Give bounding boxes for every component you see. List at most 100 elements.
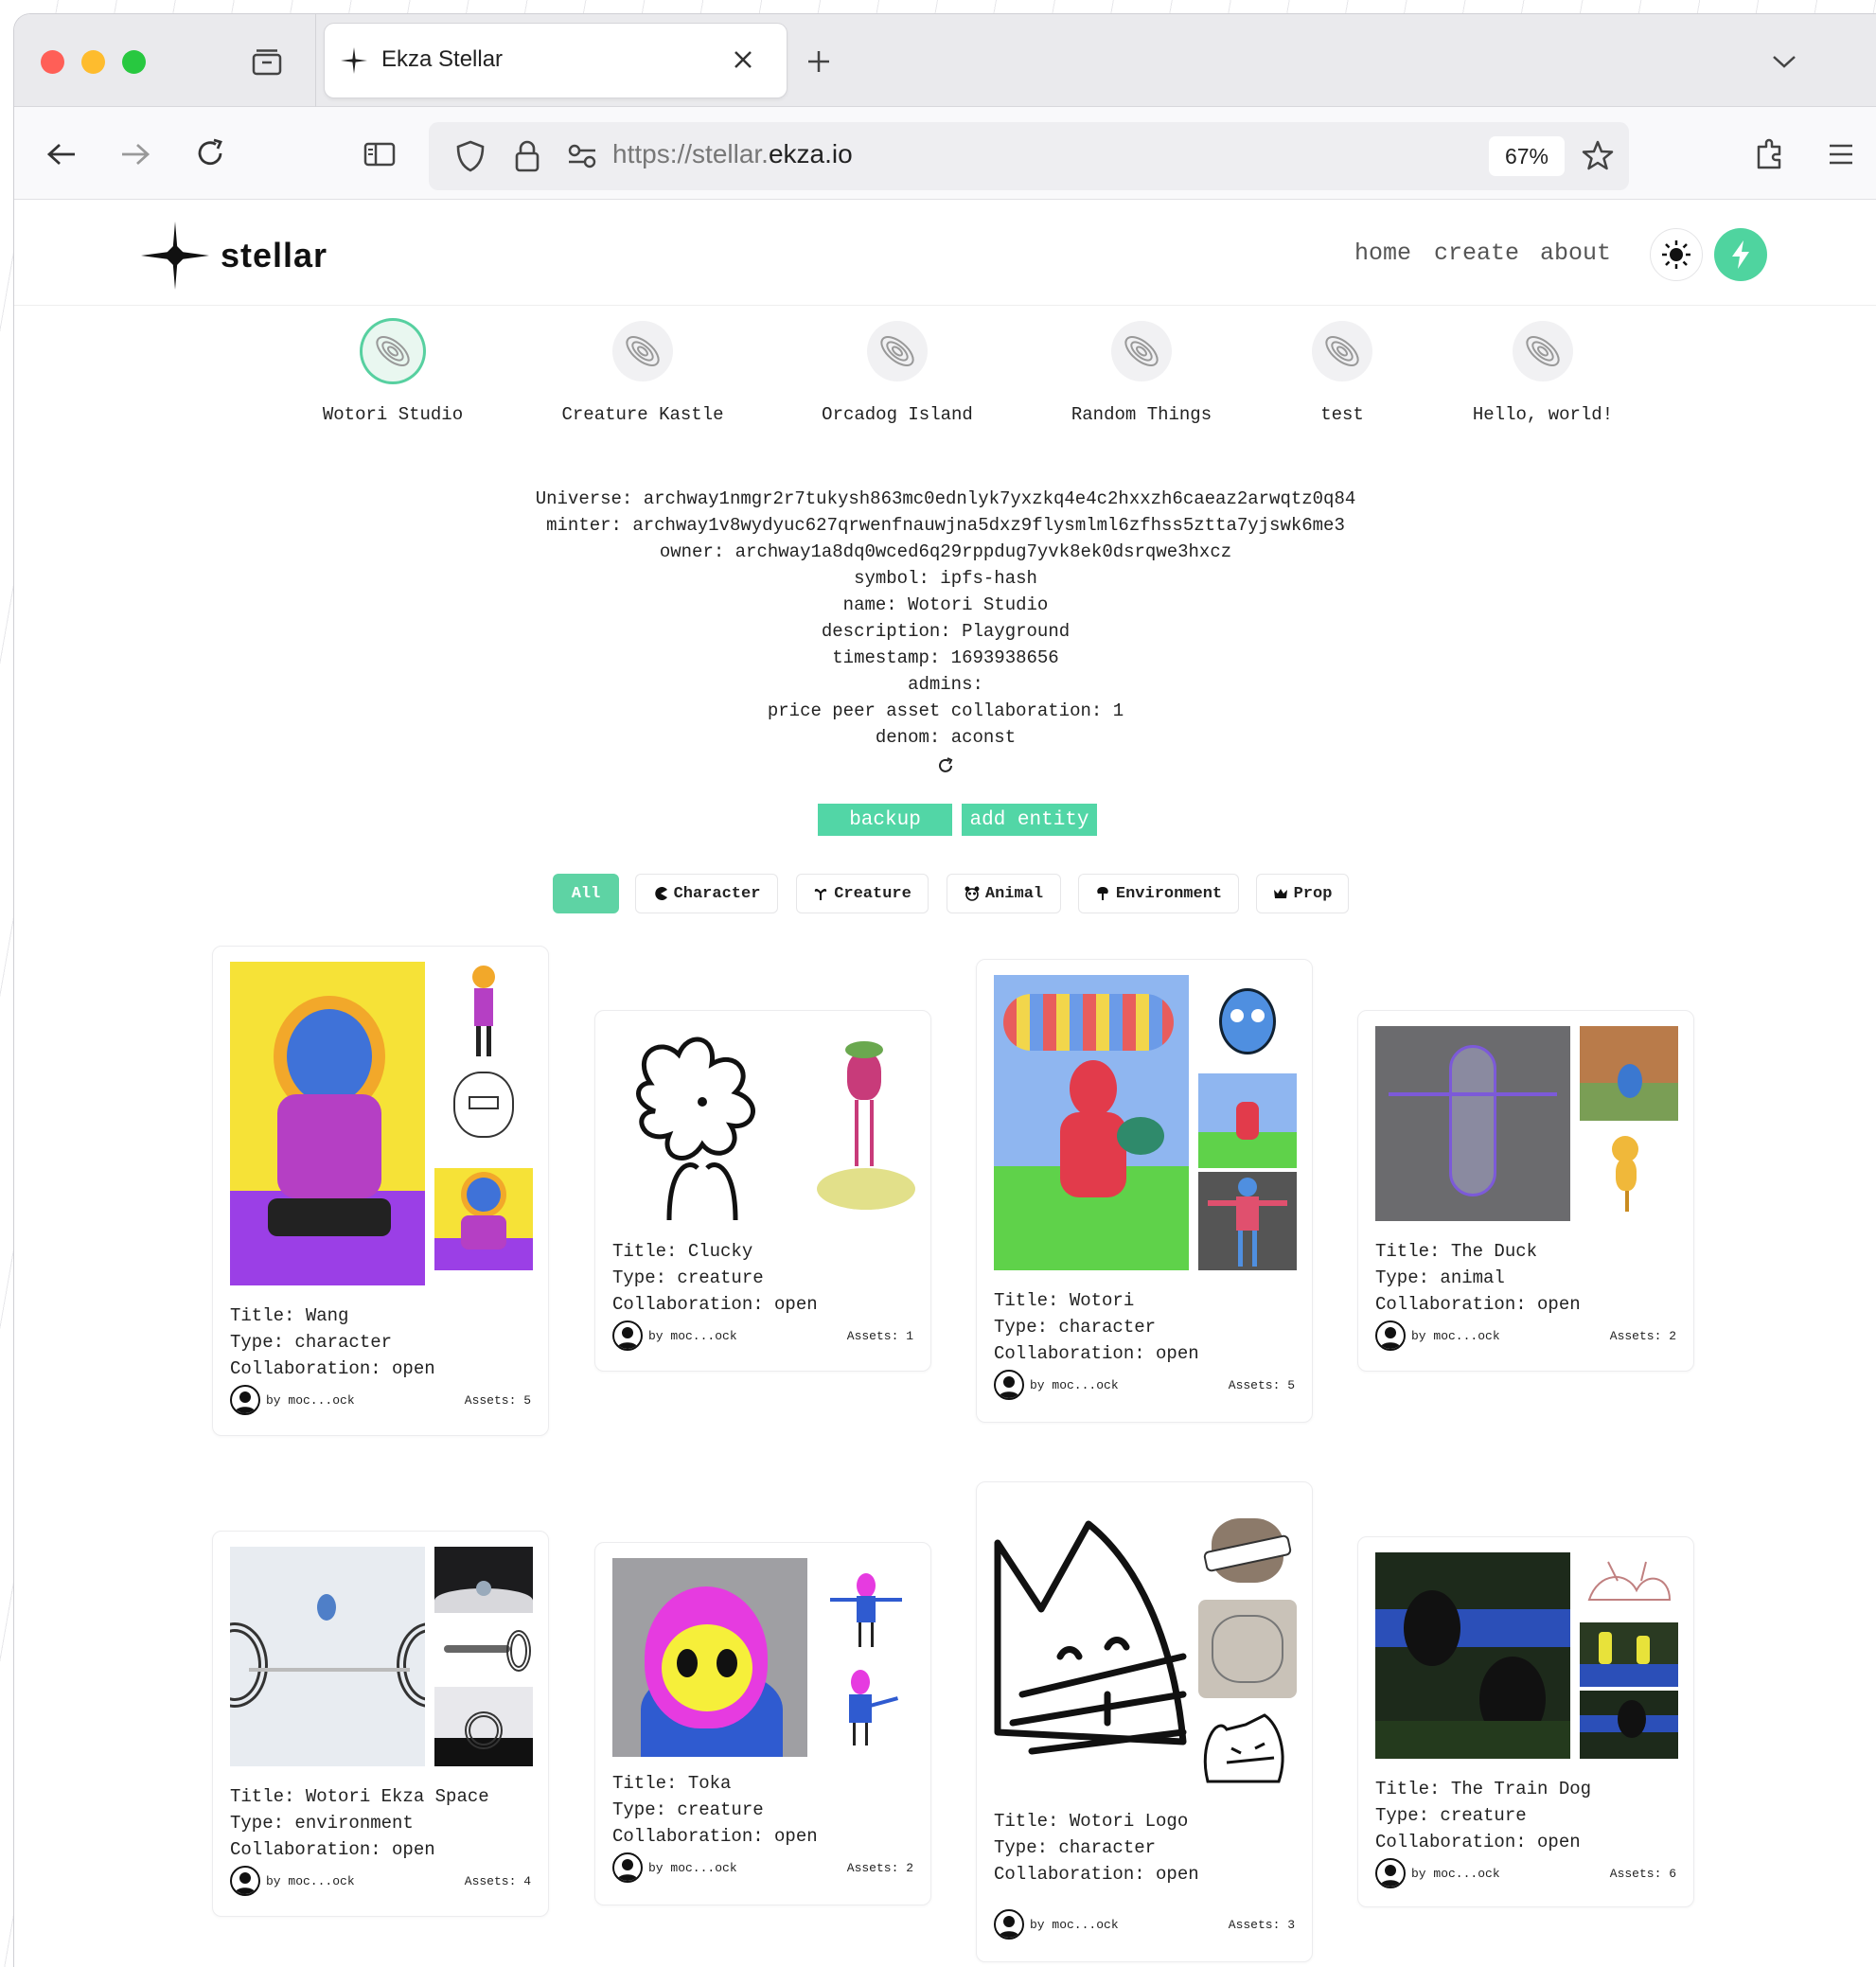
filter-prop[interactable]: Prop <box>1256 874 1349 913</box>
menu-hamburger-icon[interactable] <box>1822 135 1860 173</box>
galaxy-icon <box>1312 321 1372 381</box>
card-assets-count: Assets: 4 <box>464 1873 531 1888</box>
nav-home-link[interactable]: home <box>1354 239 1411 267</box>
shield-icon[interactable] <box>451 137 489 175</box>
reload-icon[interactable] <box>190 133 230 173</box>
entity-card-wotori[interactable]: Title: Wotori Type: character Collaborat… <box>976 959 1313 1423</box>
url-domain: ekza.io <box>768 139 853 168</box>
card-collaboration: Collaboration: open <box>1375 1832 1581 1852</box>
sun-icon <box>1662 240 1690 269</box>
card-main-image <box>612 1026 807 1225</box>
new-tab-plus-icon[interactable] <box>800 43 838 80</box>
card-meta: Title: Wotori Type: character Collaborat… <box>994 1287 1199 1367</box>
nav-create-link[interactable]: create <box>1434 239 1519 267</box>
close-window-button[interactable] <box>41 50 64 74</box>
nav-about-link[interactable]: about <box>1540 239 1611 267</box>
card-main-image <box>994 975 1189 1270</box>
card-meta: Title: Wang Type: character Collaboratio… <box>230 1302 435 1382</box>
card-footer: by moc...ock Assets: 2 <box>1375 1320 1676 1352</box>
entity-card-the-duck[interactable]: Title: The Duck Type: animal Collaborati… <box>1357 1010 1694 1372</box>
universe-label: Creature Kastle <box>561 404 724 425</box>
entity-card-wang[interactable]: Title: Wang Type: character Collaboratio… <box>212 946 549 1436</box>
backup-button[interactable]: backup <box>818 804 952 836</box>
card-thumb-image <box>1198 1505 1297 1592</box>
card-title: Title: Toka <box>612 1773 732 1794</box>
card-author[interactable]: by moc...ock <box>1030 1378 1119 1392</box>
universe-item-creature-kastle[interactable]: Creature Kastle <box>539 321 747 425</box>
universe-item-wotori-studio[interactable]: Wotori Studio <box>289 321 497 425</box>
add-entity-button[interactable]: add entity <box>962 804 1097 836</box>
card-assets-count: Assets: 2 <box>846 1860 913 1875</box>
filter-label: Creature <box>834 884 911 903</box>
filter-character[interactable]: Character <box>635 874 778 913</box>
card-title: Title: Wotori Ekza Space <box>230 1786 489 1807</box>
info-price: price peer asset collaboration: 1 <box>767 700 1124 721</box>
galaxy-icon <box>1513 321 1573 381</box>
card-type: Type: creature <box>1375 1805 1527 1826</box>
card-thumb-image <box>434 1547 533 1613</box>
galaxy-icon <box>1111 321 1172 381</box>
user-avatar-icon <box>994 1909 1024 1940</box>
filter-all[interactable]: All <box>553 874 619 913</box>
sidebar-toggle-icon[interactable] <box>361 135 398 173</box>
card-assets-count: Assets: 2 <box>1609 1328 1676 1343</box>
url-text[interactable]: https://stellar.ekza.io <box>612 139 853 169</box>
card-thumb-image <box>817 1558 915 1653</box>
address-bar[interactable]: https://stellar.ekza.io 67% <box>429 122 1629 190</box>
close-tab-icon[interactable] <box>726 43 760 77</box>
card-type: Type: character <box>994 1317 1157 1338</box>
entity-card-wotori-logo[interactable]: Title: Wotori Logo Type: character Colla… <box>976 1481 1313 1962</box>
universe-item-test[interactable]: test <box>1238 321 1446 425</box>
card-author[interactable]: by moc...ock <box>1030 1918 1119 1932</box>
back-arrow-icon[interactable] <box>43 135 80 173</box>
card-footer: by moc...ock Assets: 2 <box>612 1852 913 1884</box>
wallet-connect-button[interactable] <box>1714 228 1767 281</box>
card-thumb-image <box>1198 1706 1297 1789</box>
bookmark-star-icon[interactable] <box>1578 135 1618 175</box>
card-author[interactable]: by moc...ock <box>648 1861 737 1875</box>
universe-item-hello-world[interactable]: Hello, world! <box>1439 321 1647 425</box>
card-thumb-image <box>1580 1552 1678 1619</box>
universe-item-random-things[interactable]: Random Things <box>1037 321 1246 425</box>
forward-arrow-icon[interactable] <box>116 135 154 173</box>
entity-card-toka[interactable]: Title: Toka Type: creature Collaboration… <box>594 1542 931 1905</box>
card-meta: Title: Wotori Logo Type: character Colla… <box>994 1808 1199 1887</box>
universe-item-orcadog-island[interactable]: Orcadog Island <box>793 321 1001 425</box>
card-type: Type: creature <box>612 1267 764 1288</box>
card-author[interactable]: by moc...ock <box>648 1329 737 1343</box>
tab-ekza-stellar[interactable]: Ekza Stellar <box>325 24 787 97</box>
tab-list-chevron-down-icon[interactable] <box>1765 43 1803 80</box>
tab-overview-icon[interactable] <box>249 44 285 80</box>
entity-card-the-train-dog[interactable]: Title: The Train Dog Type: creature Coll… <box>1357 1536 1694 1907</box>
refresh-icon[interactable] <box>932 753 959 779</box>
card-author[interactable]: by moc...ock <box>266 1874 355 1888</box>
card-author[interactable]: by moc...ock <box>266 1393 355 1408</box>
maximize-window-button[interactable] <box>122 50 146 74</box>
lock-icon[interactable] <box>508 137 546 175</box>
minimize-window-button[interactable] <box>81 50 105 74</box>
card-author[interactable]: by moc...ock <box>1411 1329 1500 1343</box>
entity-card-clucky[interactable]: Title: Clucky Type: creature Collaborati… <box>594 1010 931 1372</box>
extensions-puzzle-icon[interactable] <box>1750 133 1790 173</box>
site-logo[interactable]: stellar <box>141 221 327 291</box>
filter-label: All <box>571 884 601 903</box>
universe-label: Random Things <box>1071 404 1212 425</box>
filter-environment[interactable]: Environment <box>1078 874 1239 913</box>
theme-toggle-button[interactable] <box>1650 228 1703 281</box>
url-prefix: https://stellar. <box>612 139 769 168</box>
card-title: Title: Clucky <box>612 1241 753 1262</box>
entity-card-wotori-ekza-space[interactable]: Title: Wotori Ekza Space Type: environme… <box>212 1531 549 1917</box>
site-permissions-icon[interactable] <box>563 137 601 175</box>
filter-animal[interactable]: Animal <box>947 874 1061 913</box>
card-footer: by moc...ock Assets: 5 <box>994 1369 1295 1401</box>
user-avatar-icon <box>1375 1320 1406 1351</box>
card-title: Title: The Train Dog <box>1375 1779 1592 1799</box>
card-thumb-image <box>434 962 533 1060</box>
zoom-level-badge[interactable]: 67% <box>1489 136 1565 176</box>
user-avatar-icon <box>994 1370 1024 1400</box>
info-description: description: Playground <box>821 621 1071 642</box>
card-thumb-image <box>434 1064 533 1164</box>
card-collaboration: Collaboration: open <box>994 1864 1199 1885</box>
card-author[interactable]: by moc...ock <box>1411 1867 1500 1881</box>
filter-creature[interactable]: Creature <box>796 874 929 913</box>
